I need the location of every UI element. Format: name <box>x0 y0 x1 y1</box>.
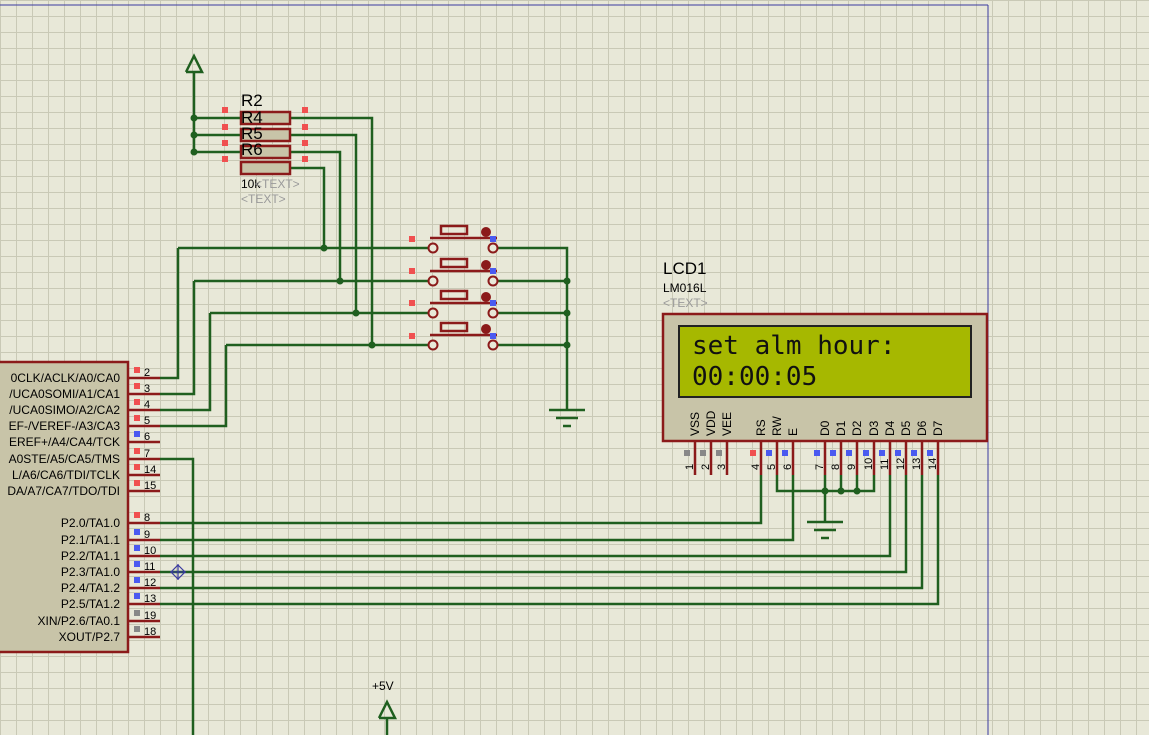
lcd-pin-name: D7 <box>931 420 945 436</box>
lcd-pin-number: 6 <box>782 464 794 470</box>
mcu-pin-number: 5 <box>144 415 150 427</box>
resistor-ref-r6: R6 <box>241 140 263 159</box>
mcu-pin-number: 3 <box>144 383 150 395</box>
ground-lcd[interactable] <box>807 520 843 540</box>
mcu-pin-number: 11 <box>144 561 155 573</box>
mcu-pin-name: P2.3/TA1.0 <box>61 565 120 579</box>
ground-switches[interactable] <box>549 408 585 428</box>
mcu-pin-name: XOUT/P2.7 <box>59 630 121 644</box>
lcd-pin-number: 8 <box>830 464 842 470</box>
mcu-pin-number: 10 <box>144 545 156 557</box>
mcu-pin-name: /UCA0SIMO/A2/CA2 <box>9 403 120 417</box>
mcu-pin-number: 12 <box>144 577 156 589</box>
lcd-pin-name: D2 <box>850 420 864 436</box>
lcd-pin-name: D1 <box>834 420 848 436</box>
mcu-pin-name: P2.2/TA1.1 <box>61 549 120 563</box>
lcd-pin-number: 14 <box>927 458 939 470</box>
mcu-pin-name: L/A6/CA6/TDI/TCLK <box>12 468 120 482</box>
lcd-pin-number: 4 <box>750 464 762 470</box>
mcu-pin-name: P2.1/TA1.1 <box>61 533 120 547</box>
mcu-pin-number: 4 <box>144 399 150 411</box>
mcu-pin-name: 0CLK/ACLK/A0/CA0 <box>11 371 121 385</box>
lcd-pin-name: D0 <box>818 420 832 436</box>
lcd-pin-number: 5 <box>766 464 778 470</box>
mcu-chip[interactable]: 0CLK/ACLK/A0/CA0 2/UCA0SOMI/A1/CA1 3/UCA0S… <box>0 360 160 654</box>
mcu-pin-number: 2 <box>144 367 150 379</box>
lcd-model: LM016L <box>663 281 707 295</box>
lcd-pin-name: VSS <box>688 412 702 436</box>
lcd-pin-number: 13 <box>911 458 923 470</box>
lcd-line-2: 00:00:05 <box>692 362 817 392</box>
mcu-pin-number: 13 <box>144 593 156 605</box>
mcu-pin-name: P2.0/TA1.0 <box>61 516 120 530</box>
push-button-1[interactable] <box>427 224 499 254</box>
lcd-pin-name: D3 <box>867 420 881 436</box>
mcu-pin-name: P2.5/TA1.2 <box>61 597 120 611</box>
resistor-template-2: <TEXT> <box>241 192 286 206</box>
lcd-line-1: set alm hour: <box>692 331 896 361</box>
lcd-module[interactable]: LCD1 LM016L <TEXT> set alm hour: 00:00:0… <box>661 259 989 475</box>
lcd-pin-name: D6 <box>915 420 929 436</box>
mcu-pin-name: EF-/VEREF-/A3/CA3 <box>9 419 121 433</box>
mcu-pin-number: 7 <box>144 448 150 460</box>
mcu-pin-name: /UCA0SOMI/A1/CA1 <box>9 387 120 401</box>
lcd-pin-name: D5 <box>899 420 913 436</box>
lcd-pin-number: 7 <box>814 464 826 470</box>
probe-marker-icon[interactable] <box>170 564 186 580</box>
lcd-pin-name: RS <box>754 419 768 436</box>
push-button-3[interactable] <box>427 289 499 319</box>
resistor-template-1: <TEXT> <box>255 177 300 191</box>
mcu-pin-name: P2.4/TA1.2 <box>61 581 120 595</box>
mcu-pin-number: 9 <box>144 529 150 541</box>
mcu-pin-number: 15 <box>144 480 156 492</box>
mcu-pin-name: EREF+/A4/CA4/TCK <box>9 435 120 449</box>
mcu-pin-name: DA/A7/CA7/TDO/TDI <box>7 484 120 498</box>
lcd-pin-number: 2 <box>700 464 712 470</box>
power-terminal-5v[interactable]: +5V <box>372 679 398 720</box>
lcd-pin-name: VEE <box>720 412 734 436</box>
lcd-pin-number: 3 <box>716 464 728 470</box>
push-button-2[interactable] <box>427 257 499 287</box>
lcd-pin-name: RW <box>770 416 784 436</box>
mcu-pin-number: 8 <box>144 512 150 524</box>
resistor-pack[interactable]: R2 R4 R5 R6 10k <TEXT> <TEXT> <box>222 91 308 206</box>
lcd-pin-name: D4 <box>883 420 897 436</box>
push-buttons[interactable] <box>409 224 499 351</box>
lcd-pin-name: VDD <box>704 410 718 436</box>
mcu-pin-number: 6 <box>144 431 150 443</box>
lcd-pin-number: 11 <box>879 459 891 470</box>
mcu-pin-name: XIN/P2.6/TA0.1 <box>38 614 121 628</box>
mcu-pin-number: 19 <box>144 610 156 622</box>
mcu-pin-name: A0STE/A5/CA5/TMS <box>9 452 120 466</box>
lcd-pin-number: 12 <box>895 458 907 470</box>
lcd-pin-number: 10 <box>863 458 875 470</box>
power-label: +5V <box>372 679 394 693</box>
lcd-pin-name: E <box>786 428 800 436</box>
lcd-pin-number: 1 <box>684 464 696 470</box>
power-terminal-top[interactable] <box>184 53 205 74</box>
push-button-4[interactable] <box>427 321 499 351</box>
lcd-ref: LCD1 <box>663 259 706 278</box>
mcu-pin-number: 18 <box>144 626 156 638</box>
mcu-pin-number: 14 <box>144 464 156 476</box>
lcd-pin-number: 9 <box>846 464 858 470</box>
lcd-template: <TEXT> <box>663 296 708 310</box>
